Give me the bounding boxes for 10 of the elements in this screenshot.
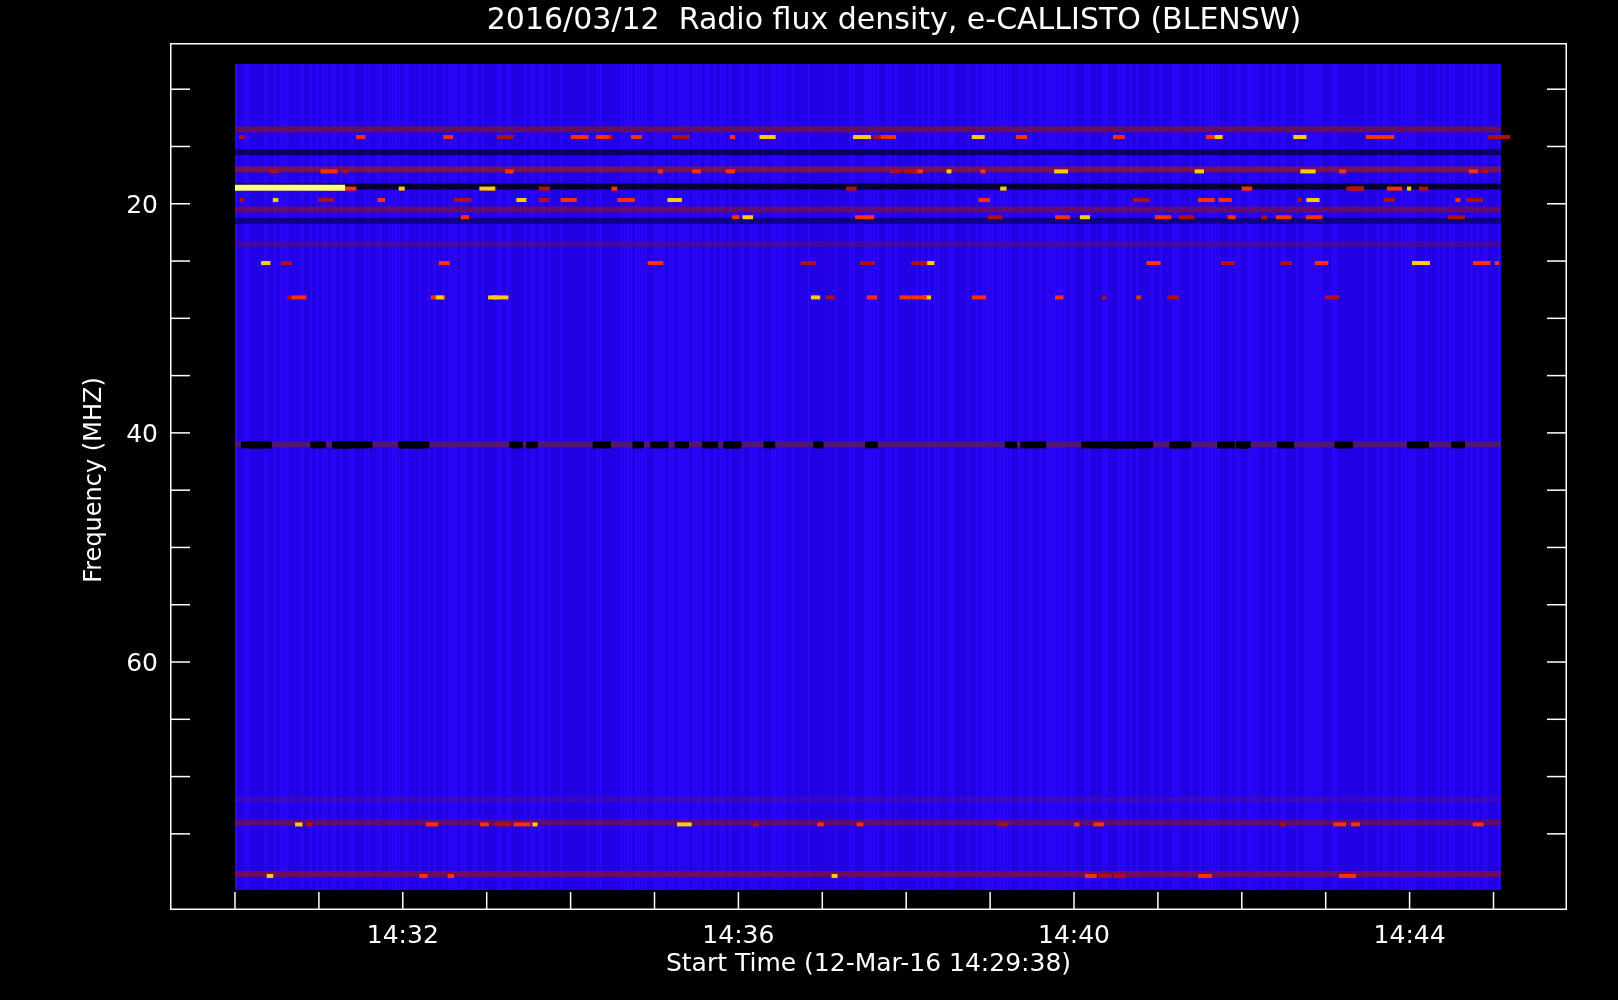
y-tick-label: 20	[126, 189, 158, 219]
y-tick-label: 60	[126, 647, 158, 677]
x-tick-label: 14:32	[366, 920, 439, 949]
x-tick-label: 14:36	[702, 920, 775, 949]
y-tick-label: 40	[126, 418, 158, 448]
x-axis-label: Start Time (12-Mar-16 14:29:38)	[665, 948, 1072, 977]
y-axis-label: Frequency (MHZ)	[79, 377, 107, 583]
plot-title: 2016/03/12 Radio flux density, e-CALLISTO (BLENSW)	[486, 0, 1302, 38]
x-tick-label: 14:44	[1373, 920, 1446, 949]
x-tick-label: 14:40	[1038, 920, 1110, 949]
